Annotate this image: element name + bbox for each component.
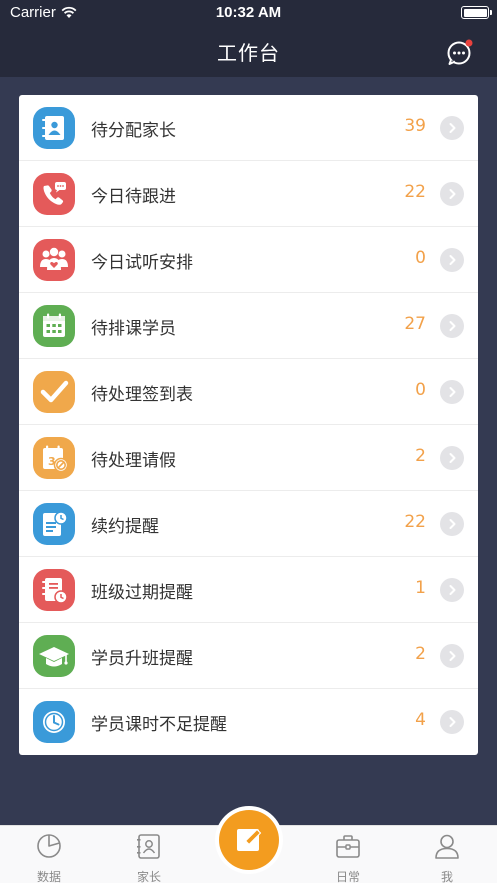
tab-label: 数据 xyxy=(36,870,61,883)
tab-data[interactable]: 数据 xyxy=(19,832,79,883)
task-label: 学员升班提醒 xyxy=(91,649,193,669)
task-count: 27 xyxy=(404,314,426,334)
navigation-bar: 工作台 xyxy=(0,26,497,77)
task-count: 2 xyxy=(415,446,426,466)
chat-bubble-icon[interactable] xyxy=(446,38,474,66)
chevron-right-icon xyxy=(440,578,464,602)
task-row-pending-leave[interactable]: 3 待处理请假 2 xyxy=(19,425,478,491)
pie-chart-icon xyxy=(37,834,61,858)
notebook-clock-icon xyxy=(33,569,75,611)
contact-book-icon xyxy=(33,107,75,149)
chevron-right-icon xyxy=(440,116,464,140)
page-title: 工作台 xyxy=(217,41,280,65)
tab-me[interactable]: 我 xyxy=(417,832,477,883)
battery-icon xyxy=(461,6,492,19)
task-count: 0 xyxy=(415,248,426,268)
task-count: 22 xyxy=(404,512,426,532)
contact-card-icon xyxy=(137,834,160,859)
task-label: 待处理签到表 xyxy=(91,385,193,405)
group-heart-icon xyxy=(33,239,75,281)
chevron-right-icon xyxy=(440,248,464,272)
task-label: 学员课时不足提醒 xyxy=(91,715,227,735)
checkmark-icon xyxy=(33,371,75,413)
task-row-trial-class-today[interactable]: 今日试听安排 0 xyxy=(19,227,478,293)
task-count: 4 xyxy=(415,710,426,730)
chevron-right-icon xyxy=(440,446,464,470)
task-count: 39 xyxy=(404,116,426,136)
chevron-right-icon xyxy=(440,644,464,668)
calendar-icon xyxy=(33,305,75,347)
new-entry-button[interactable] xyxy=(215,806,283,874)
calendar-cancel-icon: 3 xyxy=(33,437,75,479)
task-row-pending-scheduling[interactable]: 待排课学员 27 xyxy=(19,293,478,359)
chevron-right-icon xyxy=(440,380,464,404)
phone-call-icon xyxy=(33,173,75,215)
task-row-renewal-reminder[interactable]: 续约提醒 22 xyxy=(19,491,478,557)
task-label: 班级过期提醒 xyxy=(91,583,193,603)
task-count: 22 xyxy=(404,182,426,202)
task-row-promotion-reminder[interactable]: 学员升班提醒 2 xyxy=(19,623,478,689)
status-bar: Carrier 10:32 AM xyxy=(0,0,497,26)
tab-parents[interactable]: 家长 xyxy=(119,832,179,883)
task-label: 待处理请假 xyxy=(91,451,176,471)
person-icon xyxy=(435,834,459,859)
task-count: 2 xyxy=(415,644,426,664)
task-row-pending-signin-sheet[interactable]: 待处理签到表 0 xyxy=(19,359,478,425)
task-label: 续约提醒 xyxy=(91,517,159,537)
chevron-right-icon xyxy=(440,512,464,536)
task-card: 待分配家长 39 今日待跟进 22 今日试听安排 0 待排课学员 27 待处理签… xyxy=(19,95,478,755)
briefcase-icon xyxy=(336,835,360,858)
edit-pencil-icon xyxy=(219,810,279,870)
task-label: 待分配家长 xyxy=(91,121,176,141)
tab-label: 日常 xyxy=(335,870,360,883)
chevron-right-icon xyxy=(440,710,464,734)
task-row-class-expiry-reminder[interactable]: 班级过期提醒 1 xyxy=(19,557,478,623)
tab-label: 我 xyxy=(440,870,453,883)
task-row-unassigned-parents[interactable]: 待分配家长 39 xyxy=(19,95,478,161)
document-clock-icon xyxy=(33,503,75,545)
status-time: 10:32 AM xyxy=(215,4,282,21)
task-count: 0 xyxy=(415,380,426,400)
task-label: 今日待跟进 xyxy=(91,187,176,207)
main-content: 待分配家长 39 今日待跟进 22 今日试听安排 0 待排课学员 27 待处理签… xyxy=(0,77,497,825)
graduation-cap-icon xyxy=(33,635,75,677)
task-count: 1 xyxy=(415,578,426,598)
tab-daily[interactable]: 日常 xyxy=(318,832,378,883)
task-row-low-hours-reminder[interactable]: 学员课时不足提醒 4 xyxy=(19,689,478,755)
task-row-followup-today[interactable]: 今日待跟进 22 xyxy=(19,161,478,227)
task-label: 待排课学员 xyxy=(91,319,176,339)
chevron-right-icon xyxy=(440,182,464,206)
chevron-right-icon xyxy=(440,314,464,338)
clock-icon xyxy=(33,701,75,743)
task-label: 今日试听安排 xyxy=(91,253,193,273)
tab-label: 家长 xyxy=(136,870,161,883)
